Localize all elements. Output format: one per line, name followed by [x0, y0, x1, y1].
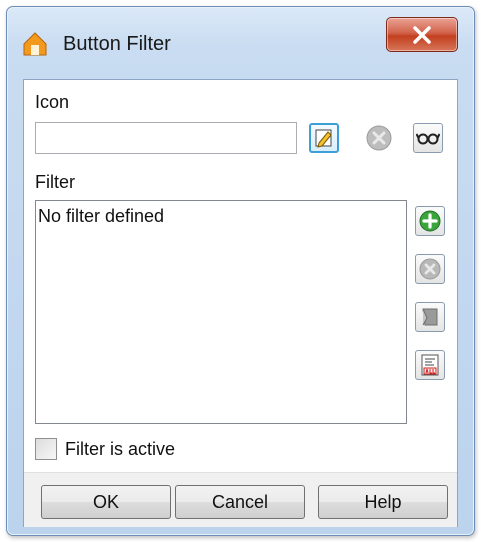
- delete-filter-button[interactable]: [415, 254, 445, 284]
- ok-button[interactable]: OK: [41, 485, 171, 519]
- remove-icon-button[interactable]: [364, 123, 394, 153]
- house-icon: [23, 32, 47, 56]
- close-icon: [413, 25, 431, 44]
- edit-filter-button[interactable]: [415, 302, 445, 332]
- glasses-icon: [416, 133, 440, 145]
- filter-active-checkbox[interactable]: [35, 438, 57, 460]
- filter-list[interactable]: No filter defined: [35, 200, 407, 424]
- edit-icon: [315, 129, 332, 148]
- formula-icon: [421, 354, 439, 376]
- add-filter-button[interactable]: [415, 206, 445, 236]
- help-button[interactable]: Help: [318, 485, 448, 519]
- remove-icon: [366, 125, 392, 151]
- formula-button[interactable]: [415, 350, 445, 380]
- icon-input[interactable]: [35, 122, 297, 154]
- dialog-body: Icon Filter No filter defined Filter is …: [23, 79, 458, 527]
- filter-label: Filter: [35, 172, 75, 192]
- filter-active-row[interactable]: Filter is active: [35, 436, 175, 462]
- filter-active-label[interactable]: Filter is active: [65, 439, 175, 460]
- button-bar: OK Cancel Help: [24, 472, 457, 527]
- title-bar[interactable]: Button Filter: [7, 7, 474, 77]
- add-icon: [419, 210, 441, 232]
- dialog-window: Button Filter Icon Filter No filter defi…: [6, 6, 475, 536]
- delete-icon: [419, 258, 441, 280]
- edit-filter-icon: [422, 308, 438, 326]
- edit-icon-button[interactable]: [309, 123, 339, 153]
- close-button[interactable]: [386, 17, 458, 52]
- window-title: Button Filter: [63, 33, 171, 55]
- icon-label: Icon: [35, 92, 70, 112]
- preview-icon-button[interactable]: [413, 123, 443, 153]
- list-item[interactable]: No filter defined: [38, 206, 164, 227]
- cancel-button[interactable]: Cancel: [175, 485, 305, 519]
